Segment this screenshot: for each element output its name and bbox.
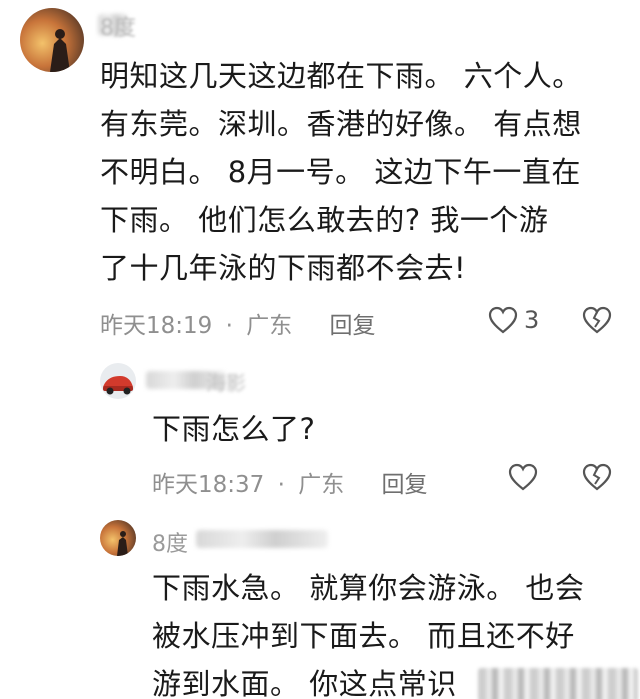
comment-line: 被水压冲到下面去。 而且还不好	[152, 619, 575, 653]
username[interactable]: 海影	[206, 367, 246, 396]
comment-line: 明知这几天这边都在下雨。 六个人。	[100, 59, 582, 93]
comment-1: 8度 明知这几天这边都在下雨。 六个人。 有东莞。深圳。香港的好像。 有点想 不…	[0, 0, 640, 345]
broken-heart-icon	[582, 306, 612, 334]
location: 广东	[298, 472, 345, 498]
username[interactable]: 8度	[152, 526, 188, 558]
username-blur	[196, 530, 328, 548]
comment-line: 下雨水急。 就算你会游泳。 也会	[152, 571, 585, 605]
comment-line: 了十几年泳的下雨都不会去!	[100, 251, 467, 285]
username[interactable]: 8度	[100, 10, 136, 42]
car-avatar-image	[100, 363, 136, 399]
heart-outline-icon	[508, 463, 538, 491]
separator: ·	[225, 313, 233, 339]
comment-line: 下雨。 他们怎么敢去的? 我一个游	[100, 203, 549, 237]
redacted-text	[478, 668, 638, 699]
like-count: 3	[524, 306, 540, 334]
comment-2: 海影 下雨怎么了? 昨天18:37 · 广东 回复	[0, 355, 640, 505]
comment-text: 明知这几天这边都在下雨。 六个人。 有东莞。深圳。香港的好像。 有点想 不明白。…	[100, 52, 582, 292]
comment-3: 8度 下雨水急。 就算你会游泳。 也会 被水压冲到下面去。 而且还不好 游到水面…	[0, 516, 640, 699]
comment-line: 下雨怎么了?	[152, 412, 316, 446]
broken-heart-icon	[582, 463, 612, 491]
reply-button[interactable]: 回复	[330, 313, 376, 339]
comment-line: 不明白。 8月一号。 这边下午一直在	[100, 155, 581, 189]
comment-meta: 昨天18:19 · 广东 回复	[100, 306, 376, 340]
avatar[interactable]	[100, 520, 136, 556]
timestamp: 昨天18:37	[152, 472, 265, 498]
sunset-avatar-image	[100, 520, 136, 556]
like-button[interactable]	[508, 463, 544, 491]
reply-button[interactable]: 回复	[382, 472, 428, 498]
avatar[interactable]	[100, 363, 136, 399]
comment-line: 有东莞。深圳。香港的好像。 有点想	[100, 107, 582, 141]
heart-outline-icon	[488, 306, 518, 334]
sunset-avatar-image	[20, 8, 84, 72]
dislike-button[interactable]	[582, 463, 612, 495]
like-button[interactable]: 3	[488, 306, 539, 334]
location: 广东	[246, 313, 293, 339]
comment-text: 下雨怎么了?	[152, 405, 315, 453]
avatar[interactable]	[20, 8, 84, 72]
dislike-button[interactable]	[582, 306, 612, 338]
separator: ·	[277, 472, 285, 498]
timestamp: 昨天18:19	[100, 313, 213, 339]
comment-meta: 昨天18:37 · 广东 回复	[152, 465, 428, 499]
